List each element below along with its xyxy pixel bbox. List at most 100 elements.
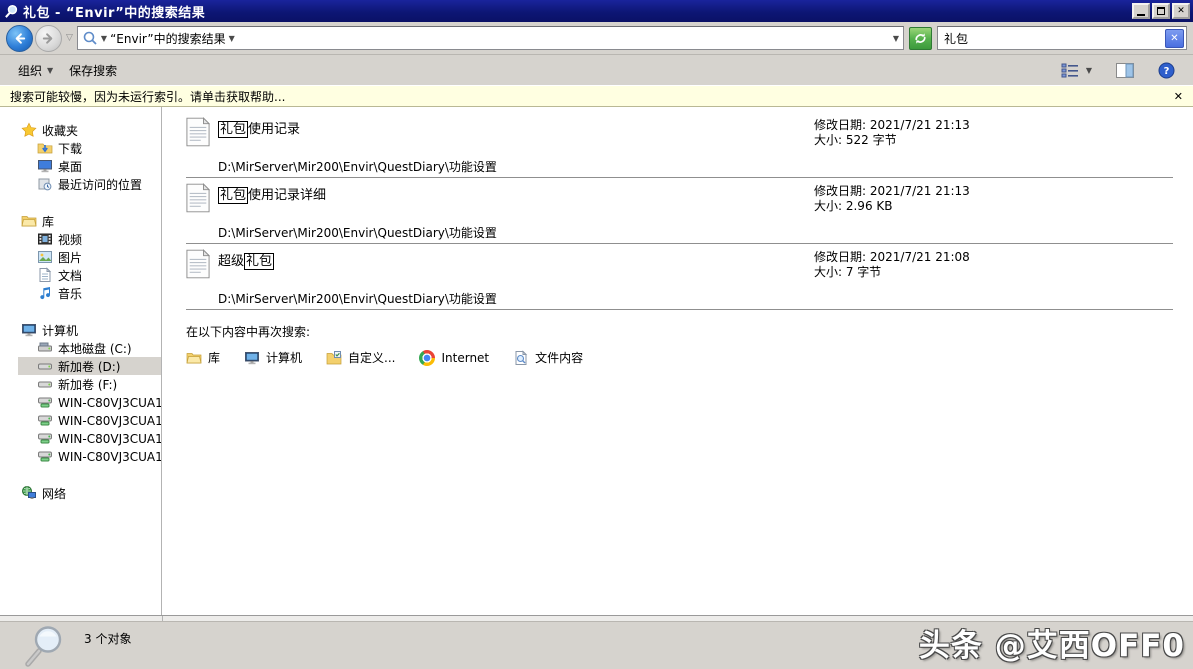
search-input[interactable] bbox=[944, 31, 1165, 45]
sidebar-item-network-drive[interactable]: WIN-C80VJ3CUA1S 上 bbox=[18, 447, 161, 465]
views-button[interactable]: ▼ bbox=[1053, 59, 1100, 82]
file-contents-icon bbox=[513, 350, 529, 366]
sidebar-item-documents[interactable]: 文档 bbox=[18, 266, 161, 284]
sidebar-item-desktop[interactable]: 桌面 bbox=[18, 157, 161, 175]
search-icon bbox=[82, 30, 98, 46]
result-name[interactable]: 礼包使用记录详细 bbox=[218, 184, 326, 203]
forward-button[interactable] bbox=[35, 25, 62, 52]
pictures-icon bbox=[37, 249, 53, 265]
back-button[interactable] bbox=[6, 25, 33, 52]
window-title: 礼包 - “Envir”中的搜索结果 bbox=[23, 2, 205, 21]
minimize-icon bbox=[1137, 14, 1145, 16]
refresh-icon bbox=[913, 31, 928, 46]
network-section: 网络 bbox=[0, 484, 161, 502]
favorites-section: 收藏夹 下载 桌面 bbox=[0, 121, 161, 193]
search-status-icon bbox=[22, 624, 66, 668]
main-area: 收藏夹 下载 桌面 bbox=[0, 107, 1193, 615]
search-again-label: 在以下内容中再次搜索: bbox=[186, 323, 1173, 340]
minimize-button[interactable] bbox=[1132, 3, 1150, 19]
notification-bar: 搜索可能较慢，因为未运行索引。请单击获取帮助... ✕ bbox=[0, 86, 1193, 107]
network-drive-icon bbox=[37, 394, 53, 410]
local-disk-icon bbox=[37, 340, 53, 356]
maximize-button[interactable] bbox=[1152, 3, 1170, 19]
organize-menu-button[interactable]: 组织 ▼ bbox=[10, 58, 61, 83]
close-button[interactable]: ✕ bbox=[1172, 3, 1190, 19]
search-window-icon bbox=[4, 4, 19, 19]
result-name[interactable]: 超级礼包 bbox=[218, 250, 274, 269]
sidebar-item-disk-d[interactable]: 新加卷 (D:) bbox=[18, 357, 161, 375]
option-label: 库 bbox=[208, 349, 220, 366]
breadcrumb-caret[interactable]: ▼ bbox=[229, 34, 235, 43]
star-icon bbox=[21, 122, 37, 138]
search-again-libraries[interactable]: 库 bbox=[186, 349, 220, 366]
search-result-row[interactable]: 礼包使用记录详细 D:\MirServer\Mir200\Envir\Quest… bbox=[186, 178, 1173, 244]
sidebar-item-disk-f[interactable]: 新加卷 (F:) bbox=[18, 375, 161, 393]
network-drive-icon bbox=[37, 412, 53, 428]
disk-icon bbox=[37, 358, 53, 374]
sidebar-item-pictures[interactable]: 图片 bbox=[18, 248, 161, 266]
result-modified-date: 修改日期: 2021/7/21 21:08 bbox=[814, 250, 970, 265]
sidebar-item-videos[interactable]: 视频 bbox=[18, 230, 161, 248]
address-history-caret[interactable]: ▼ bbox=[893, 34, 899, 43]
sidebar-item-libraries[interactable]: 库 bbox=[0, 212, 161, 230]
result-name[interactable]: 礼包使用记录 bbox=[218, 118, 300, 137]
result-modified-date: 修改日期: 2021/7/21 21:13 bbox=[814, 118, 970, 133]
sidebar-item-favorites[interactable]: 收藏夹 bbox=[0, 121, 161, 139]
search-clear-button[interactable]: ✕ bbox=[1165, 29, 1184, 48]
breadcrumb[interactable]: “Envir”中的搜索结果 bbox=[110, 30, 226, 47]
result-path[interactable]: D:\MirServer\Mir200\Envir\QuestDiary\功能设… bbox=[218, 290, 497, 307]
save-search-label: 保存搜索 bbox=[69, 62, 117, 79]
libraries-section: 库 视频 图片 bbox=[0, 212, 161, 302]
refresh-button[interactable] bbox=[909, 27, 932, 50]
sidebar-item-music[interactable]: 音乐 bbox=[18, 284, 161, 302]
toolbar-right-group: ▼ ? bbox=[1053, 58, 1183, 83]
notification-text[interactable]: 搜索可能较慢，因为未运行索引。请单击获取帮助... bbox=[10, 88, 285, 105]
sidebar-item-label: WIN-C80VJ3CUA1S 上 bbox=[58, 394, 161, 411]
search-again-computer[interactable]: 计算机 bbox=[244, 349, 302, 366]
address-scope-caret[interactable]: ▼ bbox=[101, 34, 107, 43]
address-bar: ▽ ▼ “Envir”中的搜索结果 ▼ ▼ ✕ bbox=[0, 22, 1193, 55]
search-result-row[interactable]: 超级礼包 D:\MirServer\Mir200\Envir\QuestDiar… bbox=[186, 244, 1173, 310]
search-term-highlight: 礼包 bbox=[244, 253, 274, 270]
sidebar-item-label: 视频 bbox=[58, 231, 82, 248]
address-field[interactable]: ▼ “Envir”中的搜索结果 ▼ ▼ bbox=[77, 26, 904, 50]
search-result-row[interactable]: 礼包使用记录 D:\MirServer\Mir200\Envir\QuestDi… bbox=[186, 112, 1173, 178]
computer-icon bbox=[244, 350, 260, 366]
sidebar-item-network[interactable]: 网络 bbox=[0, 484, 161, 502]
sidebar-item-label: 最近访问的位置 bbox=[58, 176, 142, 193]
sidebar-item-network-drive[interactable]: WIN-C80VJ3CUA1S 上 bbox=[18, 411, 161, 429]
downloads-folder-icon bbox=[37, 140, 53, 156]
search-box[interactable]: ✕ bbox=[937, 26, 1187, 50]
sidebar-item-label: 收藏夹 bbox=[42, 122, 78, 139]
search-again-custom[interactable]: 自定义... bbox=[326, 349, 395, 366]
sidebar-item-network-drive[interactable]: WIN-C80VJ3CUA1S 上 bbox=[18, 393, 161, 411]
title-bar: 礼包 - “Envir”中的搜索结果 ✕ bbox=[0, 0, 1193, 22]
history-dropdown-chevron[interactable]: ▽ bbox=[64, 33, 75, 43]
sidebar-item-label: 本地磁盘 (C:) bbox=[58, 340, 132, 357]
sidebar-item-local-disk-c[interactable]: 本地磁盘 (C:) bbox=[18, 339, 161, 357]
preview-pane-button[interactable] bbox=[1108, 59, 1142, 82]
watermark-text: 头条 @艾西OFF0 bbox=[919, 620, 1185, 665]
sidebar-item-network-drive[interactable]: WIN-C80VJ3CUA1S 上 bbox=[18, 429, 161, 447]
result-path[interactable]: D:\MirServer\Mir200\Envir\QuestDiary\功能设… bbox=[218, 224, 497, 241]
help-button[interactable]: ? bbox=[1150, 58, 1183, 83]
music-icon bbox=[37, 285, 53, 301]
result-name-prefix: 超级 bbox=[218, 254, 244, 269]
sidebar-item-label: 文档 bbox=[58, 267, 82, 284]
result-name-suffix: 使用记录详细 bbox=[248, 188, 326, 203]
text-document-icon bbox=[186, 249, 210, 279]
sidebar-item-label: 网络 bbox=[42, 485, 66, 502]
save-search-button[interactable]: 保存搜索 bbox=[61, 58, 125, 83]
search-again-internet[interactable]: Internet bbox=[419, 350, 489, 366]
search-again-file-contents[interactable]: 文件内容 bbox=[513, 349, 583, 366]
sidebar-item-label: WIN-C80VJ3CUA1S 上 bbox=[58, 412, 161, 429]
sidebar-item-computer[interactable]: 计算机 bbox=[0, 321, 161, 339]
sidebar-item-downloads[interactable]: 下载 bbox=[18, 139, 161, 157]
result-path[interactable]: D:\MirServer\Mir200\Envir\QuestDiary\功能设… bbox=[218, 158, 497, 175]
sidebar-item-recent-places[interactable]: 最近访问的位置 bbox=[18, 175, 161, 193]
option-label: 自定义... bbox=[348, 349, 395, 366]
result-meta: 修改日期: 2021/7/21 21:13 大小: 522 字节 bbox=[814, 118, 970, 148]
search-term-highlight: 礼包 bbox=[218, 187, 248, 204]
recent-places-icon bbox=[37, 176, 53, 192]
notification-close-icon[interactable]: ✕ bbox=[1174, 91, 1183, 102]
